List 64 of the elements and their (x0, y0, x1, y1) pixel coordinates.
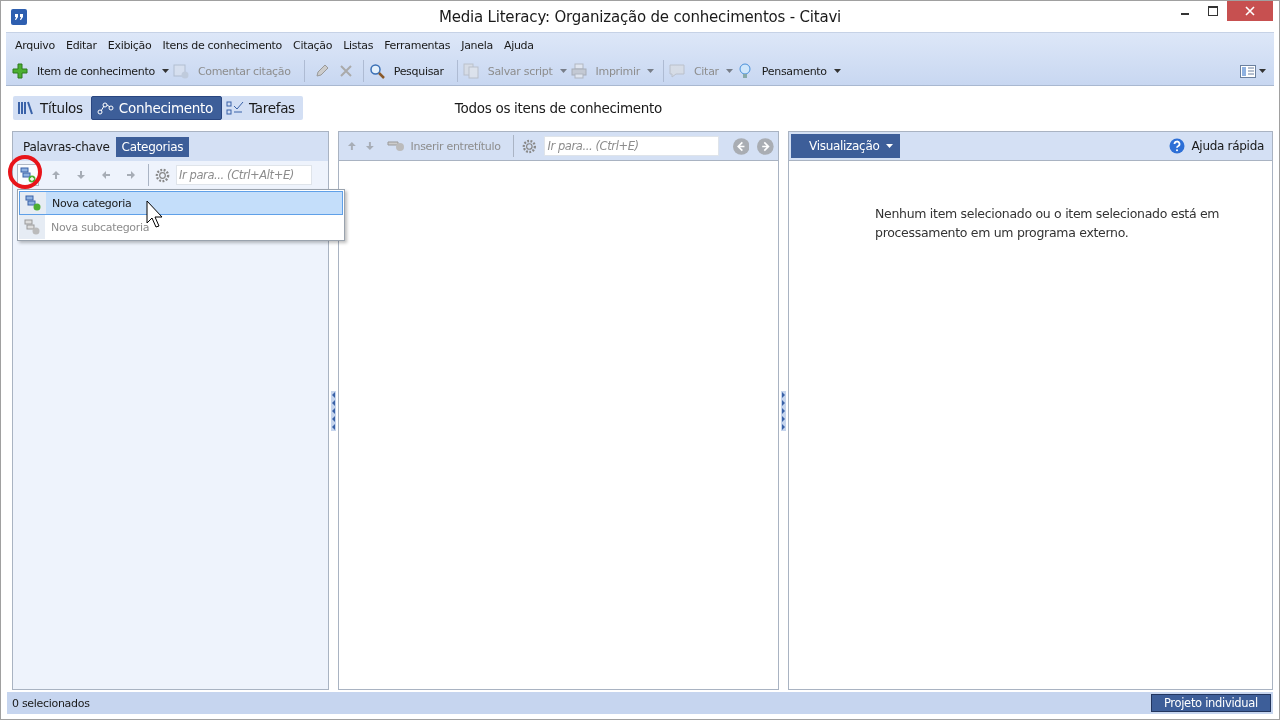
cross-icon (337, 63, 354, 79)
menu-item[interactable]: Arquivo (9, 38, 60, 52)
menu-item[interactable]: Listas (337, 38, 379, 52)
forward-icon[interactable] (757, 137, 774, 155)
nav-tab[interactable]: Conhecimento (90, 96, 223, 120)
menu-item[interactable]: Itens de conhecimento (156, 38, 288, 52)
pane-tab[interactable]: Categorias (115, 137, 190, 157)
plus-icon (12, 63, 28, 79)
help-icon[interactable] (1169, 138, 1186, 154)
copy-icon (462, 63, 479, 79)
minimize-icon (1181, 13, 1189, 15)
arrow-right-icon[interactable] (126, 170, 136, 180)
caret-icon[interactable] (1259, 69, 1266, 73)
new-category-button[interactable] (17, 164, 39, 186)
view-dropdown-button[interactable]: Visualização (791, 134, 900, 158)
toolbar-button[interactable]: Pensamento (755, 64, 831, 78)
window-title: Media Literacy: Organização de conhecimentos - Citavi (438, 7, 842, 26)
menu-item[interactable]: Nova categoria (19, 191, 343, 215)
caret-icon[interactable] (833, 69, 841, 73)
menu-item[interactable]: Ferramentas (378, 38, 456, 52)
settings-icon[interactable] (155, 167, 170, 183)
menu-item[interactable]: Exibição (101, 38, 157, 52)
arrow-left-icon[interactable] (101, 170, 111, 180)
checklist-icon (226, 100, 245, 116)
quick-help-link[interactable]: Ajuda rápida (1191, 139, 1264, 153)
caret-icon (885, 144, 893, 148)
arrow-up-icon[interactable] (51, 170, 61, 180)
search-field[interactable]: Ir para... (Ctrl+E) (544, 136, 719, 156)
pane-tab[interactable]: Palavras-chave (17, 137, 116, 157)
arrow-down-icon[interactable] (76, 170, 86, 180)
menu-item[interactable]: Editar (60, 38, 102, 52)
category-add-icon (24, 219, 40, 235)
maximize-icon (1208, 6, 1218, 16)
caret-icon[interactable] (161, 69, 169, 73)
network-icon (95, 100, 114, 116)
toolbar-button[interactable]: Pesquisar (387, 64, 448, 78)
search-icon (368, 63, 385, 79)
nav-tab[interactable]: Tarefas (222, 96, 303, 120)
lightbulb-icon (736, 63, 753, 79)
comment-icon (172, 63, 189, 79)
arrow-down-icon[interactable] (364, 141, 375, 151)
search-field[interactable]: Ir para... (Ctrl+Alt+E) (176, 165, 312, 185)
books-icon (17, 100, 35, 116)
empty-message: Nenhum item selecionado ou o item selecionado está em processamento em um programa externo. (875, 205, 1221, 242)
app-logo-icon (11, 8, 27, 25)
printer-icon (570, 63, 587, 79)
arrow-up-icon[interactable] (347, 141, 357, 151)
pencil-icon (313, 63, 330, 79)
back-icon[interactable] (732, 137, 750, 155)
project-button[interactable]: Projeto individual (1150, 694, 1271, 712)
close-icon (1245, 6, 1255, 16)
menu-item[interactable]: Citação (287, 38, 338, 52)
category-add-icon (20, 167, 36, 183)
toolbar-button[interactable]: Item de conhecimento (31, 64, 159, 78)
menu-item[interactable]: Ajuda (497, 38, 539, 52)
category-add-icon (25, 195, 41, 211)
settings-icon[interactable] (521, 138, 537, 154)
insert-icon (386, 140, 405, 152)
speech-bubble-icon (669, 63, 685, 79)
selection-count: 0 selecionados (12, 696, 90, 710)
layout-icon[interactable] (1240, 64, 1256, 78)
view-heading: Todos os itens de conhecimento (454, 100, 663, 116)
menu-item[interactable]: Janela (455, 38, 498, 52)
nav-tab[interactable]: Títulos (13, 96, 91, 120)
